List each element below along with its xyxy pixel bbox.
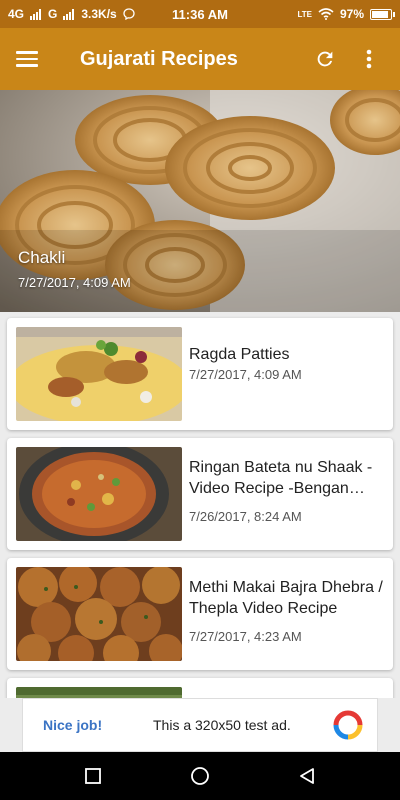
recipe-list[interactable]: Ragda Patties 7/27/2017, 4:09 AM Ringan … <box>0 312 400 698</box>
status-bar: 4G G 3.3K/s 11:36 AM LTE 97% <box>0 0 400 28</box>
signal-icon <box>30 8 42 20</box>
network-type-2: G <box>48 7 58 21</box>
recipe-title: Ragda Patties <box>189 346 290 363</box>
recipe-date: 7/27/2017, 4:09 AM <box>189 367 302 382</box>
messenger-icon <box>123 8 135 20</box>
data-speed: 3.3K/s <box>81 7 117 21</box>
battery-fill <box>372 10 389 18</box>
network-type: 4G <box>8 7 25 21</box>
navigation-bar <box>0 752 400 800</box>
lte-badge: LTE <box>297 9 312 19</box>
recent-apps-button[interactable] <box>75 758 111 794</box>
recipe-date: 7/27/2017, 4:23 AM <box>189 629 302 644</box>
home-button[interactable] <box>182 758 218 794</box>
recipe-card[interactable]: Ringan Bateta nu Shaak - Video Recipe -B… <box>7 438 393 550</box>
featured-date: 7/27/2017, 4:09 AM <box>18 275 131 290</box>
status-left: 4G G 3.3K/s <box>8 7 297 21</box>
recipe-date: 7/26/2017, 8:24 AM <box>189 509 302 524</box>
recipe-title: Ringan Bateta nu Shaak - Video Recipe -B… <box>189 459 373 497</box>
featured-title: Chakli <box>18 248 66 267</box>
status-right: LTE 97% <box>297 7 395 21</box>
wifi-icon <box>318 8 334 20</box>
recipe-card[interactable]: Ragda Patties 7/27/2017, 4:09 AM <box>7 318 393 430</box>
recipe-thumbnail <box>16 327 182 421</box>
ad-logo-icon <box>333 710 363 740</box>
recipe-thumbnail <box>16 687 182 698</box>
battery-icon <box>370 8 395 20</box>
back-button[interactable] <box>289 758 325 794</box>
ad-label: Nice job! <box>43 717 103 733</box>
featured-recipe[interactable]: Chakli 7/27/2017, 4:09 AM <box>0 90 400 312</box>
ad-text: This a 320x50 test ad. <box>153 717 291 733</box>
recipe-card[interactable]: Methi Makai Bajra Dhebra / Thepla Video … <box>7 558 393 670</box>
recipe-title: Methi Makai Bajra Dhebra / Thepla Video … <box>189 579 383 617</box>
recipe-card[interactable] <box>7 678 393 698</box>
refresh-icon[interactable] <box>310 44 340 74</box>
hamburger-icon[interactable] <box>16 45 44 73</box>
app-title: Gujarati Recipes <box>80 47 238 70</box>
app-bar: Gujarati Recipes <box>0 28 400 90</box>
recipe-thumbnail <box>16 447 182 541</box>
more-vertical-icon[interactable] <box>354 44 384 74</box>
recipe-thumbnail <box>16 567 182 661</box>
signal-icon-2 <box>63 8 75 20</box>
battery-percent: 97% <box>339 7 364 21</box>
ad-banner[interactable]: Nice job! This a 320x50 test ad. <box>22 698 378 752</box>
